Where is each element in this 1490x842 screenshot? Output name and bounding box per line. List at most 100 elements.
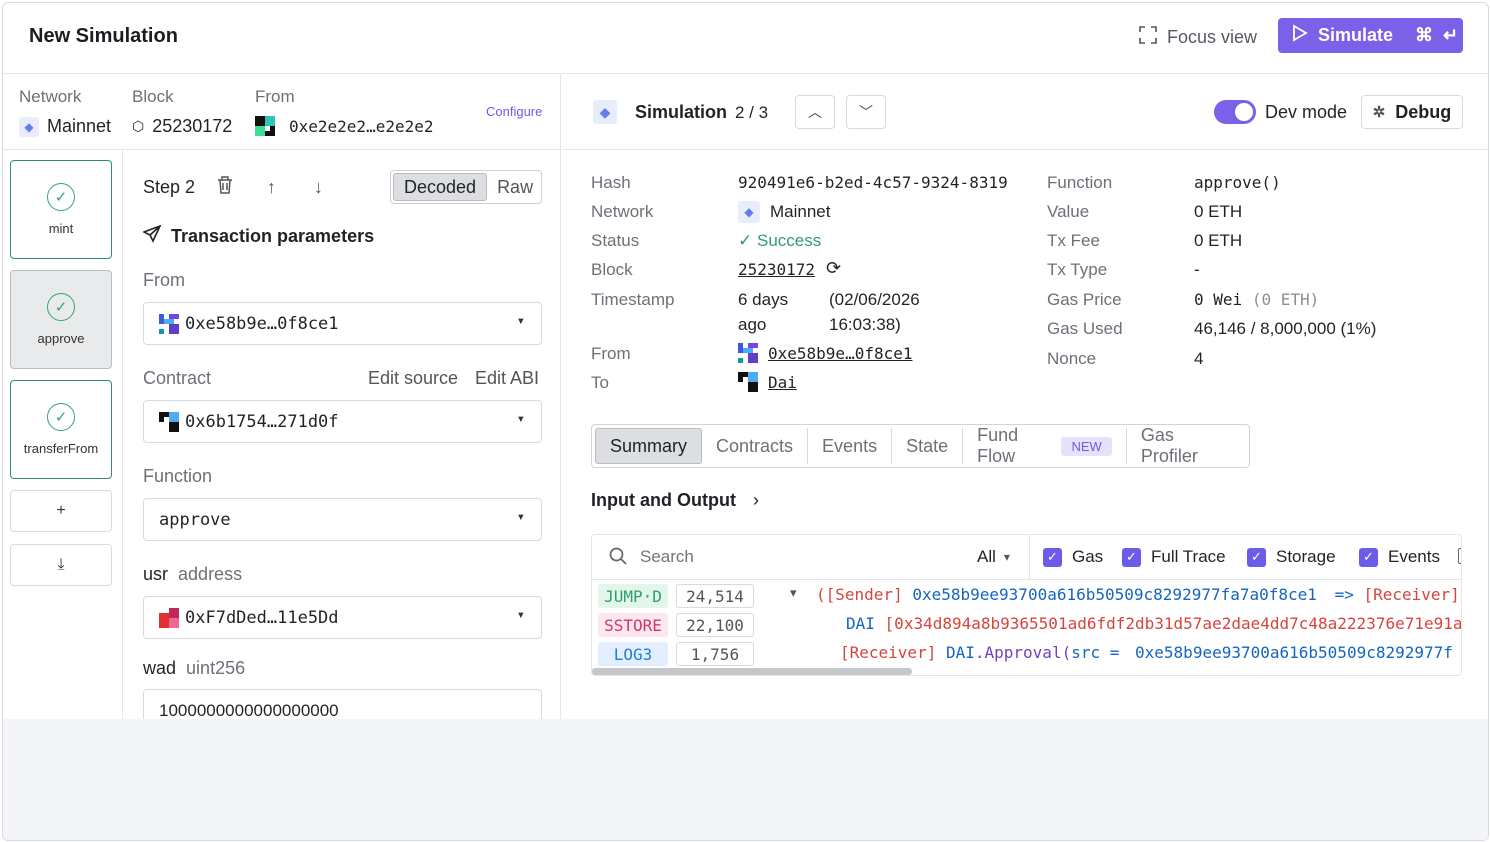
horizontal-scrollbar[interactable] <box>592 668 912 675</box>
usr-select[interactable]: 0xF7dDed…11e5Dd ▾ <box>143 596 542 639</box>
tab-events[interactable]: Events <box>808 428 893 464</box>
gas-used-label: Gas Used <box>1047 319 1123 338</box>
collapse-row-icon[interactable]: ▾ <box>790 585 797 601</box>
decoded-tab[interactable]: Decoded <box>393 173 488 201</box>
trace-line[interactable]: ([Sender] 0xe58b9ee93700a616b50509c82929… <box>816 585 1460 604</box>
gas-checkbox-label: Gas <box>1072 547 1104 566</box>
function-select[interactable]: approve ▾ <box>143 498 542 541</box>
expand-icon <box>1139 26 1157 49</box>
simulate-button[interactable]: Simulate ⌘ ↵ <box>1278 18 1463 53</box>
raw-tab[interactable]: Raw <box>487 173 543 201</box>
configure-link[interactable]: Configure <box>486 104 542 119</box>
edit-abi-link[interactable]: Edit ABI <box>475 368 539 389</box>
value-value: 0 ETH <box>1194 202 1243 221</box>
trace-search-input[interactable] <box>640 545 940 569</box>
block-link[interactable]: 25230172 <box>738 260 815 279</box>
section-header: Transaction parameters <box>142 224 374 248</box>
focus-view-button[interactable]: Focus view <box>1139 26 1257 49</box>
simulation-counter: 2 / 3 <box>735 103 769 122</box>
download-button[interactable]: ⤓ <box>10 544 112 586</box>
storage-checkbox[interactable]: ✓ Storage <box>1247 547 1336 567</box>
search-icon <box>609 547 627 570</box>
usr-param-label: usr address <box>143 564 242 585</box>
tab-fund-flow[interactable]: Fund Flow NEW <box>963 425 1127 466</box>
wad-param-label: wad uint256 <box>143 658 245 679</box>
step-card-mint[interactable]: ✓ mint <box>10 160 112 259</box>
trace-line[interactable]: DAI [0x34d894a8b9365501ad6fdf2db31d57ae2… <box>846 614 1462 633</box>
network-selector[interactable]: ◆ Mainnet <box>19 116 111 137</box>
step-card-approve[interactable]: ✓ approve <box>10 270 112 369</box>
step-name: mint <box>48 221 74 236</box>
timestamp-absolute-1: (02/06/2026 <box>829 290 920 309</box>
to-label: To <box>591 373 609 392</box>
chevron-right-icon: › <box>752 490 759 510</box>
trace-contract: DAI <box>846 614 875 633</box>
page-title: New Simulation <box>29 25 178 47</box>
trace-receiver: [Receiver] <box>1363 585 1460 604</box>
bug-icon: ✲ <box>1372 104 1386 121</box>
cube-icon: ⬡ <box>132 118 145 134</box>
from-link[interactable]: 0xe58b9e…0f8ce1 <box>738 343 913 363</box>
function-label: Function <box>1047 173 1113 192</box>
debug-button[interactable]: ✲ Debug <box>1361 95 1463 129</box>
network-value: Mainnet <box>47 116 112 136</box>
wad-input[interactable]: 1000000000000000000 <box>143 689 542 719</box>
usr-param-type: address <box>178 564 243 584</box>
step-card-transferfrom[interactable]: ✓ transferFrom <box>10 380 112 479</box>
block-field[interactable]: ⬡ 25230172 <box>132 116 232 137</box>
events-checkbox-label: Events <box>1388 547 1440 566</box>
next-simulation-button[interactable]: ﹀ <box>846 95 886 129</box>
gas-used-value: 46,146 / 8,000,000 (1%) <box>1194 319 1377 338</box>
network-label: Network <box>19 87 82 106</box>
new-badge: NEW <box>1061 436 1112 456</box>
tab-gas-profiler[interactable]: Gas Profiler <box>1127 425 1246 466</box>
check-icon: ✓ <box>1043 547 1062 567</box>
check-icon: ✓ <box>1122 547 1141 567</box>
tx-type-value: - <box>1194 260 1200 279</box>
tab-state[interactable]: State <box>892 428 964 464</box>
tab-contracts[interactable]: Contracts <box>702 428 809 464</box>
input-output-toggle[interactable]: Input and Output › <box>591 490 759 511</box>
steps-column: ✓ mint ✓ approve ✓ transferFrom + ⤓ <box>3 150 123 719</box>
add-step-button[interactable]: + <box>10 490 112 532</box>
move-down-icon[interactable]: ↓ <box>314 177 323 198</box>
move-up-icon[interactable]: ↑ <box>267 177 276 198</box>
tab-summary[interactable]: Summary <box>595 428 703 464</box>
tx-fee-value: 0 ETH <box>1194 231 1243 250</box>
ethereum-icon: ◆ <box>19 116 39 137</box>
timestamp-relative-1: 6 days <box>738 290 789 309</box>
from-select[interactable]: 0xe58b9e…0f8ce1 ▾ <box>143 302 542 345</box>
trace-address: 0xe58b9ee93700a616b50509c8292977fa7a0f8c… <box>912 585 1317 604</box>
network-value-row: ◆ Mainnet <box>738 201 830 223</box>
chevron-down-icon: ▾ <box>516 607 525 623</box>
trash-icon[interactable] <box>217 176 233 199</box>
refresh-icon[interactable]: ⟳ <box>826 258 841 279</box>
check-icon: ✓ <box>738 231 753 250</box>
to-link[interactable]: Dai <box>738 372 797 392</box>
trace-line[interactable]: [Receiver] DAI.Approval(src = 0xe58b9ee9… <box>840 643 1453 662</box>
contract-select[interactable]: 0x6b1754…271d0f ▾ <box>143 400 542 443</box>
full-trace-checkbox[interactable]: ✓ Full Trace <box>1122 547 1226 567</box>
contract-avatar-icon <box>738 372 758 392</box>
simulation-meta: Network ◆ Mainnet Block ⬡ 25230172 From … <box>3 74 560 150</box>
events-checkbox[interactable]: ✓ Events <box>1359 547 1440 567</box>
from-field[interactable]: 0xe2e2e2…e2e2e2 <box>255 116 434 136</box>
storage-checkbox-label: Storage <box>1276 547 1336 566</box>
ethereum-icon: ◆ <box>593 100 617 124</box>
simulation-title: Simulation <box>635 102 728 122</box>
tx-fee-label: Tx Fee <box>1047 231 1100 250</box>
trace-storage-slot: [0x34d894a8b9365501ad6fdf2db31d57ae2dae4… <box>884 614 1462 633</box>
opcode-badge: JUMP·D <box>598 584 668 608</box>
gas-price-wei: 0 Wei <box>1194 290 1243 309</box>
filter-select[interactable]: All ▾ <box>977 547 1010 567</box>
edit-source-link[interactable]: Edit source <box>368 368 458 389</box>
expand-all-icon[interactable]: + <box>1458 548 1461 564</box>
from-select-value: 0xe58b9e…0f8ce1 <box>185 313 339 334</box>
status-value-row: ✓ Success <box>738 231 821 251</box>
gas-badge: 22,100 <box>676 613 754 637</box>
step-name: approve <box>37 331 85 346</box>
gas-checkbox[interactable]: ✓ Gas <box>1043 547 1103 567</box>
function-field-label: Function <box>143 466 213 486</box>
dev-mode-toggle[interactable] <box>1214 100 1256 124</box>
previous-simulation-button[interactable]: ︿ <box>795 95 835 129</box>
